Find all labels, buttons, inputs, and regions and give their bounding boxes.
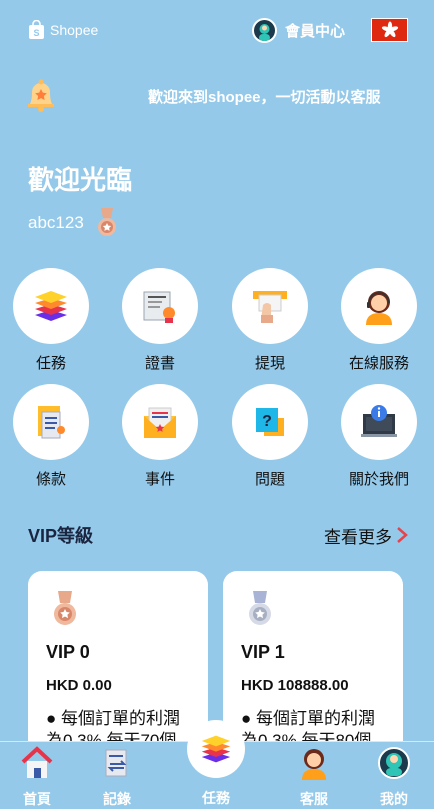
question-icon: ? (256, 408, 284, 436)
vip-section-title: VIP等級 (28, 526, 94, 546)
menu-icon-circle (122, 268, 198, 344)
vip-section-header: VIP等級 查看更多 (28, 522, 408, 548)
menu-icon-circle (232, 268, 308, 344)
about-info-icon (361, 405, 397, 437)
member-center-label: 會員中心 (285, 23, 346, 40)
menu-label: 問題 (254, 471, 285, 488)
tab-label: 客服 (300, 791, 328, 807)
user-info: abc123 (28, 208, 118, 238)
view-more-label: 查看更多 (324, 527, 392, 547)
silver-medal-icon (249, 591, 271, 625)
svg-text:S: S (33, 28, 39, 38)
menu-label: 條款 (35, 471, 66, 488)
tab-label: 我的 (380, 791, 408, 807)
menu-icon-circle (13, 384, 89, 460)
svg-text:?: ? (262, 413, 272, 430)
chevron-right-icon (397, 527, 408, 543)
notice-bar: 歡迎來到shopee，一切活動以客服 (0, 74, 434, 116)
layers-icon (201, 735, 231, 763)
home-icon (21, 746, 53, 778)
welcome-title: 歡迎光臨 (28, 165, 133, 195)
bronze-medal-icon (97, 208, 116, 236)
tab-label: 首頁 (23, 791, 51, 807)
menu-item-online-service[interactable]: 在線服務 (329, 268, 429, 373)
bell-icon (28, 79, 54, 112)
menu-label: 事件 (144, 471, 175, 488)
tab-label: 任務 (202, 790, 230, 806)
shopping-bag-icon: S (29, 20, 44, 39)
terms-icon (38, 406, 65, 439)
view-more-link[interactable]: 查看更多 (324, 523, 408, 548)
menu-label: 關於我們 (348, 471, 409, 488)
support-agent-icon (366, 291, 392, 325)
menu-label: 在線服務 (348, 355, 409, 372)
notice-marquee-text: 歡迎來到shopee，一切活動以客服 (148, 89, 381, 106)
vip-level-name: VIP 0 (46, 642, 90, 662)
tab-label: 記錄 (103, 791, 131, 807)
menu-label: 任務 (35, 355, 66, 372)
language-flag-button[interactable] (371, 18, 408, 42)
menu-icon-circle: ? (232, 384, 308, 460)
support-agent-icon (302, 749, 326, 780)
profile-icon (378, 747, 410, 779)
bauhinia-flag-icon (381, 21, 398, 38)
menu-item-event[interactable]: 事件 (110, 384, 210, 489)
tab-home[interactable]: 首頁 (2, 742, 72, 809)
menu-label: 提現 (254, 355, 285, 372)
tab-customer-service[interactable]: 客服 (279, 742, 349, 809)
vip-level-amount: HKD 0.00 (46, 677, 112, 694)
layers-icon (35, 291, 67, 321)
menu-icon-circle (341, 268, 417, 344)
vip-level-name: VIP 1 (241, 642, 285, 662)
top-bar: S Shopee 會員中心 (0, 0, 434, 64)
shopee-logo[interactable]: S Shopee (28, 20, 98, 40)
menu-item-about-us[interactable]: 關於我們 (329, 384, 429, 489)
record-icon (105, 749, 127, 777)
menu-icon-circle (13, 268, 89, 344)
menu-item-questions[interactable]: ? 問題 (220, 384, 320, 489)
menu-item-terms[interactable]: 條款 (1, 384, 101, 489)
tab-records[interactable]: 記錄 (82, 742, 152, 809)
username: abc123 (28, 213, 84, 232)
menu-item-withdraw[interactable]: 提現 (220, 268, 320, 373)
certificate-icon (143, 291, 175, 323)
withdraw-icon (253, 291, 287, 323)
logo-text: Shopee (50, 22, 99, 38)
center-tasks-button[interactable] (187, 720, 245, 778)
tab-profile[interactable]: 我的 (359, 742, 429, 809)
bronze-medal-icon (54, 591, 76, 625)
member-center-link[interactable]: 會員中心 (252, 18, 345, 43)
menu-icon-circle (341, 384, 417, 460)
menu-label: 證書 (144, 355, 175, 372)
menu-item-certificate[interactable]: 證書 (110, 268, 210, 373)
avatar-icon (252, 18, 277, 43)
menu-item-tasks[interactable]: 任務 (1, 268, 101, 373)
event-mail-icon (144, 407, 176, 438)
menu-icon-circle (122, 384, 198, 460)
vip-level-amount: HKD 108888.00 (241, 677, 349, 694)
